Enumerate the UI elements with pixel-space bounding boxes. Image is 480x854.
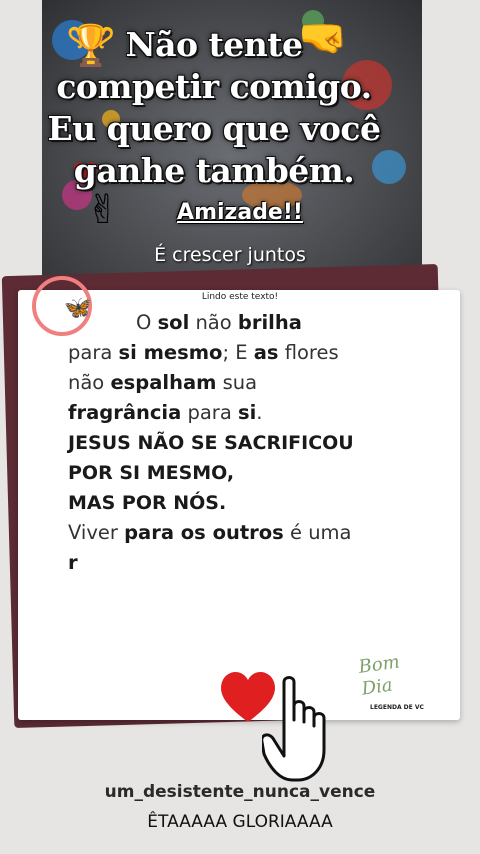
text-line-1: O sol não brilha xyxy=(68,308,398,338)
text-segment: para xyxy=(68,341,119,364)
headline-line-2: competir comigo. xyxy=(56,67,372,106)
victory-hand-icon: ✌ xyxy=(86,187,120,233)
text-segment: sua xyxy=(216,371,258,394)
text-segment: Viver xyxy=(68,521,125,544)
text-segment: ; E xyxy=(222,341,254,364)
text-segment: O xyxy=(136,311,158,334)
stamp-text: LEGENDA DE VC xyxy=(370,704,424,711)
text-bold: fragrância xyxy=(68,401,182,424)
text-segment: flores xyxy=(278,341,339,364)
text-bold: si mesmo xyxy=(118,341,223,364)
text-segment: . xyxy=(256,401,263,424)
text-bold: as xyxy=(253,341,279,364)
note-text: O sol não brilha para si mesmo; E as flo… xyxy=(68,308,398,578)
headline-line-3: Eu quero que você xyxy=(47,109,381,148)
text-bold: brilha xyxy=(237,311,302,334)
amizade-text: Amizade!! xyxy=(177,200,303,225)
headline-line-1: Não tente xyxy=(125,25,303,64)
text-line-4: fragrância para si. xyxy=(68,398,398,428)
headline-line-4: ganhe também. xyxy=(73,151,355,190)
text-bold: espalham xyxy=(110,371,217,394)
text-bold: r xyxy=(68,551,78,574)
username[interactable]: um_desistente_nunca_vence xyxy=(0,782,480,802)
note-header: Lindo este texto! xyxy=(201,292,279,302)
pointing-hand-icon xyxy=(262,676,326,782)
text-segment: não xyxy=(189,311,238,334)
text-segment: não xyxy=(68,371,111,394)
text-line-6: POR SI MESMO, xyxy=(68,462,235,484)
text-line-5: JESUS NÃO SE SACRIFICOU xyxy=(68,432,354,454)
text-line-2: para si mesmo; E as flores xyxy=(68,338,398,368)
text-line-9: r xyxy=(68,548,398,578)
text-bold: si xyxy=(237,401,257,424)
text-line-8: Viver para os outros é uma xyxy=(68,518,398,548)
banner-headline: Não tente competir comigo. Eu quero que … xyxy=(44,24,384,192)
sound-title[interactable]: ÊTAAAAA GLORIAAAA xyxy=(0,812,480,832)
text-bold: para os outros xyxy=(124,521,284,544)
banner-subtitle: É crescer juntos xyxy=(154,244,306,266)
text-line-3: não espalham sua xyxy=(68,368,398,398)
text-segment: é uma xyxy=(283,521,352,544)
text-segment: para xyxy=(181,401,238,424)
text-line-7: MAS POR NÓS. xyxy=(68,492,227,514)
text-bold: sol xyxy=(157,311,190,334)
